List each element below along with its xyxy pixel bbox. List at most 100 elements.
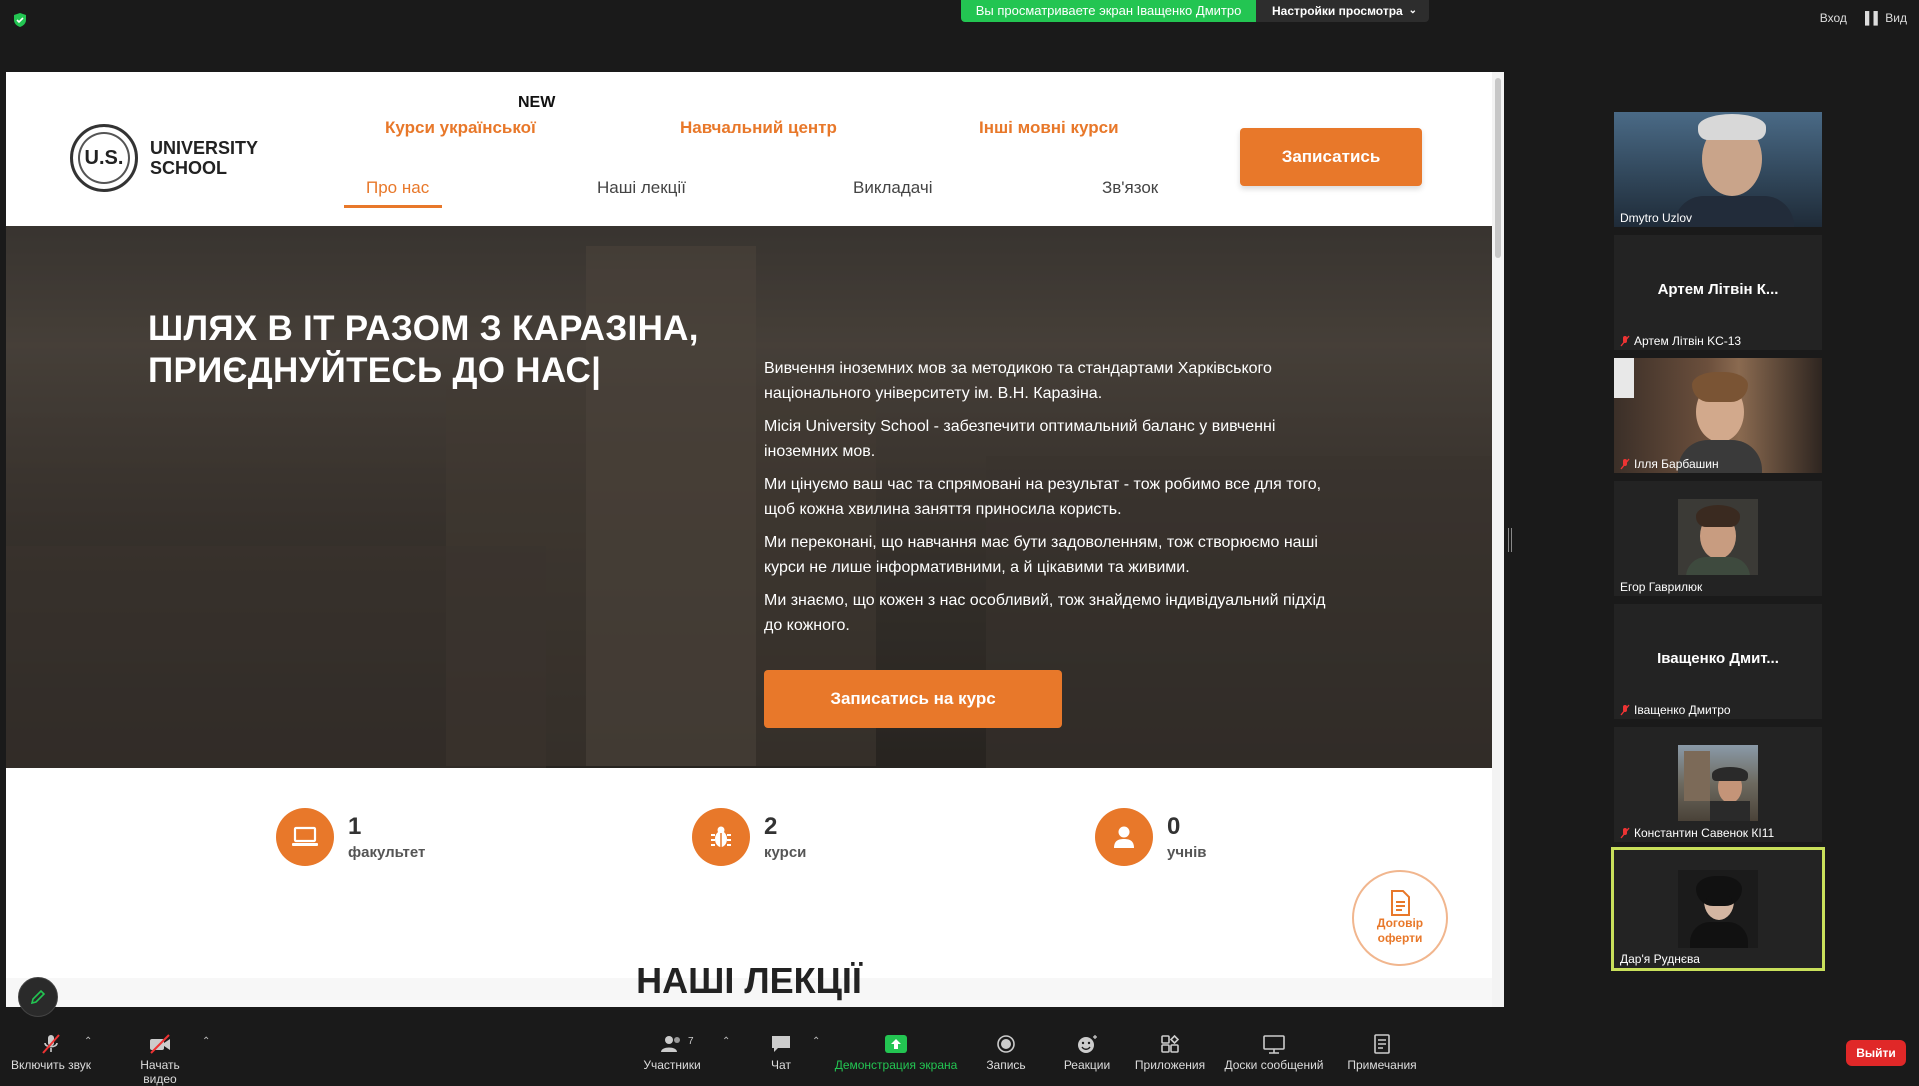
stat-label: факультет xyxy=(348,843,426,861)
participant-display-name: Іващенко Дмит... xyxy=(1657,650,1779,667)
unmute-button[interactable]: Включить звук xyxy=(10,1034,92,1072)
stat-students: 0 учнів xyxy=(1095,808,1207,866)
participant-name-label: Ілля Барбашин xyxy=(1634,457,1719,471)
participant-tile[interactable]: Ілля Барбашин xyxy=(1614,358,1822,473)
site-header: U.S. UNIVERSITY SCHOOL NEW Курси українс… xyxy=(6,72,1492,226)
scrollbar-thumb[interactable] xyxy=(1495,78,1501,258)
participant-name: Дар'я Руднєва xyxy=(1620,952,1700,966)
logo-text: UNIVERSITY SCHOOL xyxy=(150,138,258,178)
participant-tile[interactable]: Константин Савенок КІ11 xyxy=(1614,727,1822,842)
participant-tile[interactable]: Егор Гаврилюк xyxy=(1614,481,1822,596)
zoom-toolbar: Включить звук ⌃ Начать видео ⌃ Участники… xyxy=(0,1024,1919,1086)
share-screen-label: Демонстрация экрана xyxy=(834,1058,958,1072)
participants-label: Участники xyxy=(643,1058,701,1072)
new-badge: NEW xyxy=(518,94,556,111)
hero-paragraph: Ми переконані, що навчання має бути задо… xyxy=(764,534,1318,576)
offer-contract-button[interactable]: Договір оферти xyxy=(1352,870,1448,966)
participant-name-label: Дар'я Руднєва xyxy=(1620,952,1700,966)
notes-label: Примечания xyxy=(1347,1058,1417,1072)
participants-icon xyxy=(661,1036,680,1052)
enroll-course-button[interactable]: Записатись на курс xyxy=(764,670,1062,728)
stat-value: 2 xyxy=(764,812,778,840)
record-button[interactable]: Запись xyxy=(982,1034,1030,1072)
whiteboard-icon xyxy=(1263,1035,1285,1054)
shield-icon[interactable] xyxy=(12,12,28,28)
hero-paragraph: Місія University School - забезпечити оп… xyxy=(764,418,1276,460)
login-button[interactable]: Вход xyxy=(1820,11,1847,25)
site-logo[interactable]: U.S. UNIVERSITY SCHOOL xyxy=(70,124,258,192)
nav-teachers[interactable]: Викладачі xyxy=(853,178,932,198)
participant-name: Ілля Барбашин xyxy=(1620,457,1719,471)
participant-name-label: Іващенко Дмитро xyxy=(1634,703,1731,717)
participant-display-name: Артем Літвін К... xyxy=(1657,281,1779,298)
logo-line-2: SCHOOL xyxy=(150,158,228,178)
nav-ukrainian-courses[interactable]: Курси української xyxy=(385,118,536,138)
participants-options-caret-icon[interactable]: ⌃ xyxy=(722,1036,730,1047)
muted-mic-icon xyxy=(1620,704,1630,716)
video-options-caret-icon[interactable]: ⌃ xyxy=(202,1036,210,1047)
participant-tile-active-speaker[interactable]: Дар'я Руднєва xyxy=(1611,847,1825,971)
participants-button[interactable]: Участники xyxy=(640,1034,704,1072)
view-label: Вид xyxy=(1885,11,1907,25)
chevron-down-icon: ⌄ xyxy=(1408,5,1417,16)
muted-mic-icon xyxy=(42,1034,60,1054)
participant-name-label: Константин Савенок КІ11 xyxy=(1634,826,1775,840)
participant-name-label: Егор Гаврилюк xyxy=(1620,580,1703,594)
stats-section: 1 факультет 2 курси 0 учнів xyxy=(6,768,1492,982)
stat-label: курси xyxy=(764,843,807,861)
participant-name-label: Dmytro Uzlov xyxy=(1620,211,1693,225)
hero-title: ШЛЯХ В ІТ РАЗОМ З КАРАЗІНА, ПРИЄДНУЙТЕСЬ… xyxy=(148,308,699,392)
annotate-button[interactable] xyxy=(18,977,58,1017)
share-screen-button[interactable]: Демонстрация экрана xyxy=(832,1034,960,1072)
logo-line-1: UNIVERSITY xyxy=(150,138,259,158)
signup-button[interactable]: Записатись xyxy=(1240,128,1422,186)
notes-button[interactable]: Примечания xyxy=(1344,1034,1420,1072)
record-label: Запись xyxy=(986,1058,1026,1072)
view-settings-dropdown[interactable]: Настройки просмотра ⌄ xyxy=(1256,0,1429,22)
video-off-icon xyxy=(150,1034,170,1054)
document-icon xyxy=(1391,890,1410,916)
start-video-button[interactable]: Начать видео xyxy=(122,1034,198,1086)
nav-lectures[interactable]: Наші лекції xyxy=(597,178,686,198)
whiteboards-label: Доски сообщений xyxy=(1224,1058,1324,1072)
hero-title-line-2: ПРИЄДНУЙТЕСЬ ДО НАС| xyxy=(148,351,602,390)
nav-about[interactable]: Про нас xyxy=(366,178,429,198)
notes-icon xyxy=(1374,1034,1390,1054)
stat-value: 0 xyxy=(1167,812,1181,840)
whiteboards-button[interactable]: Доски сообщений xyxy=(1222,1034,1326,1072)
nav-learning-center[interactable]: Навчальний центр xyxy=(680,118,837,138)
participant-video xyxy=(1614,112,1822,227)
chat-button[interactable]: Чат xyxy=(766,1034,796,1072)
stat-value: 1 xyxy=(348,812,362,840)
participant-tile[interactable]: Артем Літвін К... Артем Літвін KC-13 xyxy=(1614,235,1822,350)
hero-description: Вивчення іноземних мов за методикою та с… xyxy=(764,356,1344,646)
lectures-title: НАШІ ЛЕКЦІЇ xyxy=(636,960,862,1001)
site-scrollbar[interactable] xyxy=(1492,72,1504,1007)
top-right-controls: Вход ▌▌ Вид xyxy=(1820,11,1907,25)
nav-contact[interactable]: Зв'язок xyxy=(1102,178,1158,198)
apps-button[interactable]: Приложения xyxy=(1134,1034,1206,1072)
participant-tile[interactable]: Іващенко Дмит... Іващенко Дмитро xyxy=(1614,604,1822,719)
apps-label: Приложения xyxy=(1134,1058,1206,1072)
participant-name-label: Артем Літвін KC-13 xyxy=(1634,334,1742,348)
participant-video xyxy=(1614,358,1822,473)
audio-options-caret-icon[interactable]: ⌃ xyxy=(84,1036,92,1047)
screen-share-banner: Вы просматриваете экран Іващенко Дмитро xyxy=(961,0,1256,22)
view-settings-label: Настройки просмотра xyxy=(1272,4,1403,18)
participant-name: Іващенко Дмитро xyxy=(1620,703,1731,717)
leave-meeting-button[interactable]: Выйти xyxy=(1846,1040,1906,1066)
panel-resize-handle[interactable] xyxy=(1508,528,1512,552)
participant-tile[interactable]: Dmytro Uzlov xyxy=(1614,112,1822,227)
chat-options-caret-icon[interactable]: ⌃ xyxy=(812,1036,820,1047)
nav-other-language-courses[interactable]: Інші мовні курси xyxy=(979,118,1119,138)
hero-paragraph: Ми цінуємо ваш час та спрямовані на резу… xyxy=(764,476,1322,518)
reactions-button[interactable]: Реакции xyxy=(1062,1034,1112,1072)
laptop-icon xyxy=(276,808,334,866)
reactions-label: Реакции xyxy=(1063,1058,1111,1072)
logo-emblem: U.S. xyxy=(70,124,138,192)
hero-paragraph: Ми знаємо, що кожен з нас особливий, тож… xyxy=(764,592,1326,634)
record-icon xyxy=(997,1035,1015,1053)
view-button[interactable]: ▌▌ Вид xyxy=(1865,11,1907,25)
bug-icon xyxy=(692,808,750,866)
participant-name: Артем Літвін KC-13 xyxy=(1620,334,1741,348)
